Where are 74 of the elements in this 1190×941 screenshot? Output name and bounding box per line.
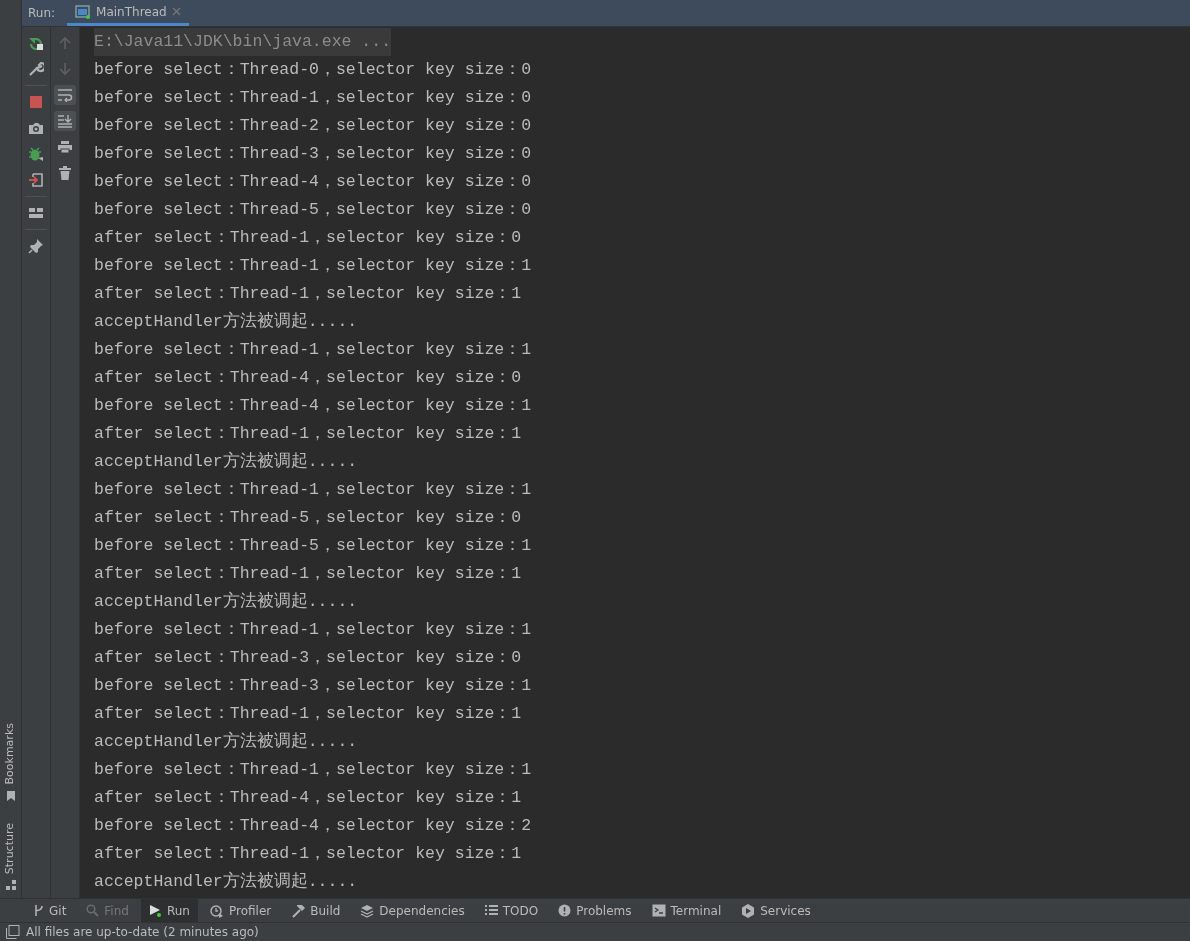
output-line: after select：Thread-1，selector key size：1 (94, 564, 522, 583)
tool-window-tab[interactable]: Run (140, 899, 198, 922)
output-line: after select：Thread-1，selector key size：1 (94, 424, 522, 443)
output-line: before select：Thread-1，selector key size：1 (94, 760, 532, 779)
pin-icon (28, 238, 44, 254)
bug-icon (28, 146, 44, 162)
status-icon (6, 925, 20, 939)
output-line: before select：Thread-1，selector key size：1 (94, 480, 532, 499)
tool-window-tab[interactable]: Git (26, 899, 75, 922)
output-line: before select：Thread-2，selector key size：0 (94, 116, 532, 135)
printer-icon (57, 140, 73, 154)
output-line: after select：Thread-5，selector key size：0 (94, 508, 522, 527)
output-line: acceptHandler方法被调起..... (94, 732, 358, 751)
trash-icon (59, 166, 71, 180)
hammer-icon (291, 903, 306, 918)
tool-window-tab[interactable]: Terminal (643, 899, 730, 922)
output-line: acceptHandler方法被调起..... (94, 312, 358, 331)
console-icon (75, 4, 92, 19)
search-icon (86, 904, 100, 917)
tool-window-tab[interactable]: Profiler (201, 899, 280, 922)
status-text: All files are up-to-date (2 minutes ago) (26, 924, 259, 941)
output-line: before select：Thread-0，selector key size：0 (94, 60, 532, 79)
close-icon (171, 7, 181, 16)
output-line: after select：Thread-1，selector key size：1 (94, 844, 522, 863)
tool-window-tab[interactable]: Services (733, 899, 819, 922)
list-icon (484, 905, 498, 916)
output-line: before select：Thread-1，selector key size：1 (94, 340, 532, 359)
output-line: before select：Thread-5，selector key size：1 (94, 536, 532, 555)
output-line: after select：Thread-4，selector key size：1 (94, 788, 522, 807)
exclamation-icon (558, 904, 572, 917)
output-line: after select：Thread-3，selector key size：0 (94, 648, 522, 667)
soft-wrap-icon (57, 88, 73, 102)
toolbar-button[interactable] (54, 85, 76, 105)
side-tool-tab[interactable]: Structure (2, 822, 19, 890)
output-line: before select：Thread-1，selector key size：0 (94, 88, 532, 107)
wrench-icon (28, 61, 44, 77)
rerun-icon (28, 35, 44, 51)
tool-window-tab[interactable]: Dependencies (352, 899, 473, 922)
output-line: after select：Thread-1，selector key size：1 (94, 284, 522, 303)
output-line: before select：Thread-1，selector key size：1 (94, 620, 532, 639)
structure-icon (5, 880, 16, 890)
output-line: before select：Thread-4，selector key size：1 (94, 396, 532, 415)
output-line: after select：Thread-1，selector key size：1 (94, 704, 522, 723)
output-line: before select：Thread-3，selector key size：1 (94, 676, 532, 695)
branch-icon (34, 904, 44, 917)
tool-window-tab[interactable]: Build (283, 899, 349, 922)
output-line: acceptHandler方法被调起..... (94, 872, 358, 891)
output-line: before select：Thread-1，selector key size：1 (94, 256, 532, 275)
output-line: before select：Thread-3，selector key size：0 (94, 144, 532, 163)
output-line: acceptHandler方法被调起..... (94, 452, 358, 471)
layers-icon (360, 903, 375, 918)
layout-icon (28, 207, 44, 219)
output-line: before select：Thread-4，selector key size：2 (94, 816, 532, 835)
scroll-to-end-icon (57, 114, 73, 128)
side-tool-tab[interactable]: Bookmarks (2, 723, 19, 801)
profiler-icon (209, 903, 224, 918)
output-line: before select：Thread-4，selector key size：0 (94, 172, 532, 191)
output-line: before select：Thread-5，selector key size：0 (94, 200, 532, 219)
tool-window-tab[interactable]: TODO (476, 899, 547, 922)
tool-window-tab[interactable]: Problems (550, 899, 640, 922)
output-line: acceptHandler方法被调起..... (94, 592, 358, 611)
camera-icon (28, 121, 44, 135)
stop-icon (29, 95, 43, 109)
services-icon (741, 903, 756, 918)
bookmark-icon (5, 790, 16, 801)
run-panel-title: Run: (28, 5, 56, 22)
output-line: after select：Thread-4，selector key size：0 (94, 368, 522, 387)
output-line: after select：Thread-1，selector key size：0 (94, 228, 522, 247)
terminal-icon (651, 904, 666, 917)
exit-icon (28, 172, 44, 188)
run-icon (148, 904, 162, 917)
toolbar-button[interactable] (54, 111, 76, 131)
up-arrow-icon (58, 36, 72, 50)
down-arrow-icon (58, 62, 72, 76)
